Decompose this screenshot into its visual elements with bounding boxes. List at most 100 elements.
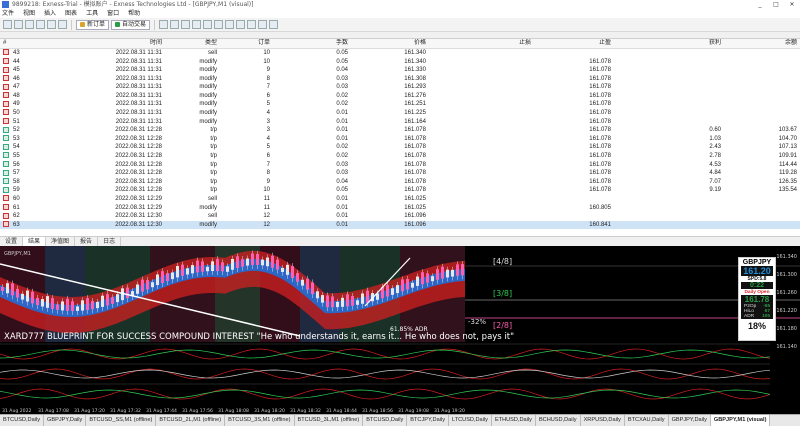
tab-results[interactable]: 结果 — [23, 237, 47, 246]
chart-tab[interactable]: BTCUSD,Daily — [0, 415, 44, 426]
table-row[interactable]: 43 2022.08.31 11:31 sell 10 0.05 161.340 — [0, 49, 800, 58]
table-row[interactable]: 46 2022.08.31 11:31 modify 8 0.03 161.308 161.… — [0, 75, 800, 84]
menu-charts[interactable]: 图表 — [65, 9, 77, 18]
tab-report[interactable]: 报告 — [75, 237, 99, 246]
table-row[interactable]: 53 2022.08.31 12:28 t/p 4 0.01 161.078 161.078… — [0, 135, 800, 144]
profiles-icon[interactable] — [14, 20, 23, 29]
autoscroll-icon[interactable] — [225, 20, 235, 29]
candle — [296, 273, 299, 282]
col-header-profit[interactable]: 获利 — [614, 39, 724, 49]
cell-text: 161.096 — [404, 213, 426, 220]
menu-view[interactable]: 视图 — [23, 9, 35, 18]
table-row[interactable]: 48 2022.08.31 11:31 modify 6 0.02 161.276 161.… — [0, 92, 800, 101]
chart-tab[interactable]: LTCUSD,Daily — [449, 415, 492, 426]
table-cell: t/p — [165, 135, 220, 144]
chart-tab[interactable]: BTCXAU,Daily — [625, 415, 669, 426]
table-row[interactable]: 58 2022.08.31 12:28 t/p 9 0.04 161.078 161.078… — [0, 178, 800, 187]
chart-tab[interactable]: BTCUSD_3S,M1 (offline) — [225, 415, 295, 426]
bar-chart-icon[interactable] — [159, 20, 169, 29]
chart-tab[interactable]: BTCUSD_2L,M1 (offline) — [156, 415, 226, 426]
table-row[interactable]: 52 2022.08.31 12:28 t/p 3 0.01 161.078 161.078… — [0, 126, 800, 135]
market-watch-icon[interactable] — [25, 20, 34, 29]
candle — [361, 293, 364, 304]
candle-chart-icon[interactable] — [170, 20, 180, 29]
table-row[interactable]: 51 2022.08.31 11:31 modify 3 0.01 161.164 161.… — [0, 118, 800, 127]
chart-tab[interactable]: ETHUSD,Daily — [492, 415, 536, 426]
menu-insert[interactable]: 插入 — [44, 9, 56, 18]
menu-help[interactable]: 帮助 — [128, 9, 140, 18]
level-label: [2/8] — [493, 321, 512, 330]
minimize-button[interactable]: _ — [752, 0, 768, 9]
chart-tab[interactable]: BCHUSD,Daily — [536, 415, 581, 426]
chart-tab[interactable]: GBPJPY,M1 (visual) — [710, 415, 771, 426]
table-row[interactable]: 45 2022.08.31 11:31 modify 9 0.04 161.330 161.… — [0, 66, 800, 75]
menu-file[interactable]: 文件 — [2, 9, 14, 18]
table-cell: modify — [165, 100, 220, 109]
maximize-button[interactable]: □ — [768, 0, 784, 9]
cell-text: 126.35 — [778, 178, 797, 185]
table-cell: 161.340 — [351, 57, 429, 66]
menu-window[interactable]: 窗口 — [107, 9, 119, 18]
tile-icon[interactable] — [214, 20, 224, 29]
tab-journal[interactable]: 日志 — [98, 237, 122, 246]
table-row[interactable]: 55 2022.08.31 12:28 t/p 6 0.02 161.078 161.078… — [0, 152, 800, 161]
cell-text: 0.01 — [336, 127, 348, 134]
col-header-tp[interactable]: 止盈 — [534, 39, 614, 49]
table-row[interactable]: 60 2022.08.31 12:29 sell 11 0.01 161.025 — [0, 195, 800, 204]
order-icon — [3, 204, 9, 211]
chart-tab[interactable]: XRPUSD,Daily — [581, 415, 625, 426]
auto-trading-button[interactable]: 自动交易 — [111, 19, 151, 30]
table-row[interactable]: 62 2022.08.31 12:30 sell 12 0.01 161.096 — [0, 212, 800, 221]
col-header-sl[interactable]: 止损 — [429, 39, 534, 49]
col-header-order[interactable]: 订单 — [220, 39, 273, 49]
chart-tab[interactable]: BTCUSD_SS,M1 (offline) — [86, 415, 157, 426]
col-header-time[interactable]: 时间 — [40, 39, 165, 49]
table-cell — [724, 92, 800, 101]
col-header-price[interactable]: 价格 — [351, 39, 429, 49]
table-row[interactable]: 61 2022.08.31 12:29 modify 11 0.01 161.025 160… — [0, 204, 800, 213]
tab-equity-graph[interactable]: 净值图 — [46, 237, 76, 246]
chart-tab[interactable]: BTCJPY,Daily — [407, 415, 449, 426]
col-header-num[interactable]: # — [0, 39, 40, 49]
price-chart[interactable]: [4/8] [3/8] [2/8] -32% GBPJPY,M1 61.85% ADR XA… — [0, 246, 800, 414]
chart-tab[interactable]: BTCUSD,Daily — [363, 415, 408, 426]
table-row[interactable]: 59 2022.08.31 12:28 t/p 10 0.05 161.078 161.07… — [0, 186, 800, 195]
chart-canvas[interactable]: [4/8][3/8][2/8]-32%GBPJPY,M161.85% ADRXA… — [0, 246, 800, 414]
col-header-lots[interactable]: 手数 — [273, 39, 351, 49]
new-chart-icon[interactable] — [3, 20, 12, 29]
line-chart-icon[interactable] — [181, 20, 191, 29]
table-row[interactable]: 44 2022.08.31 11:31 modify 10 0.05 161.340 161… — [0, 57, 800, 66]
col-header-type[interactable]: 类型 — [165, 39, 220, 49]
zoom-in-icon[interactable] — [192, 20, 202, 29]
table-cell — [614, 100, 724, 109]
new-order-button[interactable]: 新订单 — [76, 19, 110, 30]
table-cell: 161.078 — [534, 66, 614, 75]
indicators-icon[interactable] — [247, 20, 257, 29]
table-row[interactable]: 57 2022.08.31 12:28 t/p 8 0.03 161.078 161.078… — [0, 169, 800, 178]
chart-tab[interactable]: GBPJPY,Daily — [44, 415, 87, 426]
table-row[interactable]: 49 2022.08.31 11:31 modify 5 0.02 161.251 161.… — [0, 100, 800, 109]
col-header-balance[interactable]: 余额 — [724, 39, 800, 49]
chart-shift-icon[interactable] — [236, 20, 246, 29]
navigator-icon[interactable] — [36, 20, 45, 29]
terminal-icon[interactable] — [47, 20, 56, 29]
chart-tab[interactable]: BTCUSD_3L,M1 (offline) — [295, 415, 364, 426]
templates-icon[interactable] — [269, 20, 279, 29]
zoom-out-icon[interactable] — [203, 20, 213, 29]
table-row[interactable]: 50 2022.08.31 11:31 modify 4 0.01 161.225 161.… — [0, 109, 800, 118]
tab-settings[interactable]: 设置 — [0, 237, 24, 246]
tester-icon[interactable] — [58, 20, 67, 29]
table-row[interactable]: 54 2022.08.31 12:28 t/p 5 0.02 161.078 161.078… — [0, 143, 800, 152]
cell-text: 8 — [266, 170, 270, 177]
close-button[interactable]: ✕ — [784, 0, 800, 9]
chart-tab[interactable]: GBPJPY,Daily — [669, 415, 711, 426]
cell-text: 4 — [266, 135, 270, 142]
cell-text: t/p — [210, 153, 217, 160]
table-cell: 161.078 — [351, 152, 429, 161]
table-row[interactable]: 47 2022.08.31 11:31 modify 7 0.03 161.293 161.… — [0, 83, 800, 92]
table-row[interactable]: 63 2022.08.31 12:30 modify 12 0.01 161.096 160… — [0, 220, 800, 230]
table-row[interactable]: 56 2022.08.31 12:28 t/p 7 0.03 161.078 161.078… — [0, 161, 800, 170]
periods-icon[interactable] — [258, 20, 268, 29]
menu-tools[interactable]: 工具 — [86, 9, 98, 18]
price-tick: 161.340 — [776, 254, 797, 260]
